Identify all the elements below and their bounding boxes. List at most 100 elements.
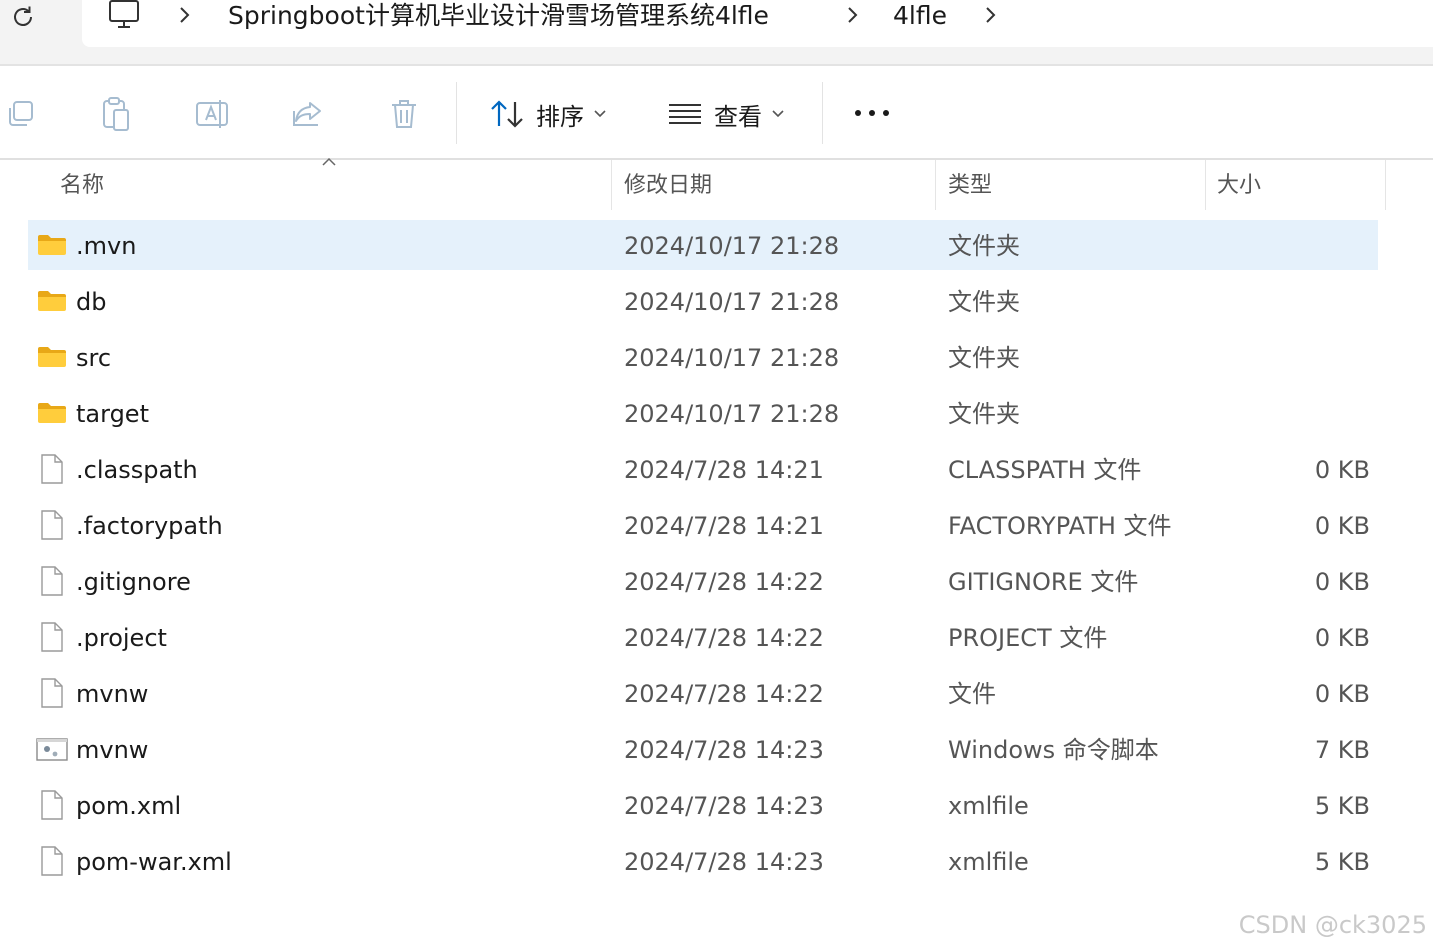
- folder-icon: [36, 341, 68, 373]
- file-size: 0 KB: [1314, 680, 1370, 708]
- file-type: 文件夹: [948, 400, 1020, 428]
- file-row[interactable]: pom-war.xml 2024/7/28 14:23 xmlfile 5 KB: [28, 836, 1378, 886]
- file-name: .classpath: [76, 456, 198, 484]
- more-options-icon[interactable]: [852, 98, 892, 128]
- file-row[interactable]: src 2024/10/17 21:28 文件夹: [28, 332, 1378, 382]
- file-modified-date: 2024/10/17 21:28: [624, 344, 840, 372]
- chevron-down-icon: [772, 110, 784, 118]
- toolbar-divider: [822, 82, 823, 144]
- file-name: .project: [76, 624, 167, 652]
- refresh-icon: [14, 6, 32, 26]
- file-row[interactable]: mvnw 2024/7/28 14:23 Windows 命令脚本 7 KB: [28, 724, 1378, 774]
- file-size: 0 KB: [1314, 456, 1370, 484]
- file-modified-date: 2024/7/28 14:23: [624, 848, 824, 876]
- file-name: pom.xml: [76, 792, 182, 820]
- watermark: CSDN @ck3025: [1238, 911, 1427, 939]
- file-modified-date: 2024/7/28 14:22: [624, 624, 824, 652]
- file-modified-date: 2024/10/17 21:28: [624, 288, 840, 316]
- sort-ascending-caret-icon: [322, 157, 336, 166]
- copy-icon: [9, 101, 33, 126]
- file-modified-date: 2024/7/28 14:21: [624, 456, 824, 484]
- column-header-type[interactable]: 类型: [948, 160, 992, 212]
- file-name: pom-war.xml: [76, 848, 232, 876]
- file-modified-date: 2024/7/28 14:22: [624, 680, 824, 708]
- file-icon: [36, 677, 68, 709]
- file-size: 0 KB: [1314, 512, 1370, 540]
- file-row[interactable]: target 2024/10/17 21:28 文件夹: [28, 388, 1378, 438]
- file-icon: [36, 565, 68, 597]
- column-header-name[interactable]: 名称: [60, 160, 104, 212]
- file-size: 5 KB: [1314, 848, 1370, 876]
- column-divider[interactable]: [935, 160, 936, 210]
- column-divider[interactable]: [1385, 160, 1386, 210]
- refresh-button[interactable]: [6, 0, 40, 34]
- folder-icon: [36, 285, 68, 317]
- file-name: mvnw: [76, 736, 149, 764]
- file-type: 文件夹: [948, 344, 1020, 372]
- file-type: xmlfile: [948, 848, 1029, 876]
- breadcrumb-project-folder[interactable]: Springboot计算机毕业设计滑雪场管理系统4lfle: [228, 0, 769, 34]
- file-type: 文件夹: [948, 288, 1020, 316]
- file-name: target: [76, 400, 149, 428]
- file-icon: [36, 453, 68, 485]
- file-name: src: [76, 344, 112, 372]
- file-modified-date: 2024/7/28 14:23: [624, 792, 824, 820]
- file-row[interactable]: .classpath 2024/7/28 14:21 CLASSPATH 文件 0 K…: [28, 444, 1378, 494]
- file-type: 文件: [948, 680, 996, 708]
- file-row[interactable]: db 2024/10/17 21:28 文件夹: [28, 276, 1378, 326]
- file-row[interactable]: .gitignore 2024/7/28 14:22 GITIGNORE 文件 0 K…: [28, 556, 1378, 606]
- file-row[interactable]: .mvn 2024/10/17 21:28 文件夹: [28, 220, 1378, 270]
- file-size: 0 KB: [1314, 568, 1370, 596]
- file-row[interactable]: pom.xml 2024/7/28 14:23 xmlfile 5 KB: [28, 780, 1378, 830]
- folder-icon: [36, 397, 68, 429]
- paste-button[interactable]: [96, 94, 136, 134]
- rename-button[interactable]: [192, 94, 232, 134]
- file-name: .factorypath: [76, 512, 223, 540]
- delete-button[interactable]: [384, 94, 424, 134]
- share-icon: [293, 102, 321, 126]
- file-row[interactable]: .factorypath 2024/7/28 14:21 FACTORYPATH 文…: [28, 500, 1378, 550]
- trash-icon: [392, 100, 416, 128]
- file-type: CLASSPATH 文件: [948, 456, 1142, 484]
- breadcrumb-current-folder[interactable]: 4lfle: [893, 0, 947, 34]
- file-icon: [36, 789, 68, 821]
- copy-button[interactable]: [0, 94, 40, 134]
- folder-icon: [36, 229, 68, 261]
- command-bar: 排序 查看: [0, 66, 1433, 160]
- view-list-icon: [669, 104, 701, 124]
- column-divider[interactable]: [1205, 160, 1206, 210]
- script-file-icon: [36, 733, 68, 765]
- chevron-right-icon[interactable]: [176, 4, 192, 26]
- address-bar[interactable]: Springboot计算机毕业设计滑雪场管理系统4lfle 4lfle: [82, 0, 1433, 47]
- column-divider[interactable]: [611, 160, 612, 210]
- this-pc-icon: [109, 0, 139, 28]
- sort-button[interactable]: 排序: [490, 92, 606, 136]
- sort-label: 排序: [536, 102, 584, 131]
- file-type: Windows 命令脚本: [948, 736, 1159, 764]
- paste-icon: [103, 97, 129, 131]
- file-modified-date: 2024/7/28 14:22: [624, 568, 824, 596]
- share-button[interactable]: [288, 94, 328, 134]
- file-modified-date: 2024/7/28 14:21: [624, 512, 824, 540]
- address-bar-area: Springboot计算机毕业设计滑雪场管理系统4lfle 4lfle: [0, 0, 1433, 66]
- file-row[interactable]: .project 2024/7/28 14:22 PROJECT 文件 0 KB: [28, 612, 1378, 662]
- file-name: db: [76, 288, 107, 316]
- file-size: 0 KB: [1314, 624, 1370, 652]
- chevron-right-icon[interactable]: [844, 4, 860, 26]
- file-modified-date: 2024/7/28 14:23: [624, 736, 824, 764]
- file-name: .gitignore: [76, 568, 191, 596]
- file-row[interactable]: mvnw 2024/7/28 14:22 文件 0 KB: [28, 668, 1378, 718]
- file-icon: [36, 621, 68, 653]
- file-size: 5 KB: [1314, 792, 1370, 820]
- sort-arrows-icon: [491, 100, 523, 128]
- column-header-size[interactable]: 大小: [1217, 160, 1261, 212]
- file-type: 文件夹: [948, 232, 1020, 260]
- file-type: FACTORYPATH 文件: [948, 512, 1172, 540]
- file-icon: [36, 509, 68, 541]
- column-header-date[interactable]: 修改日期: [624, 160, 712, 212]
- file-modified-date: 2024/10/17 21:28: [624, 232, 840, 260]
- rename-icon: [196, 100, 228, 128]
- chevron-right-icon[interactable]: [982, 4, 998, 26]
- file-type: GITIGNORE 文件: [948, 568, 1139, 596]
- view-button[interactable]: 查看: [668, 92, 784, 136]
